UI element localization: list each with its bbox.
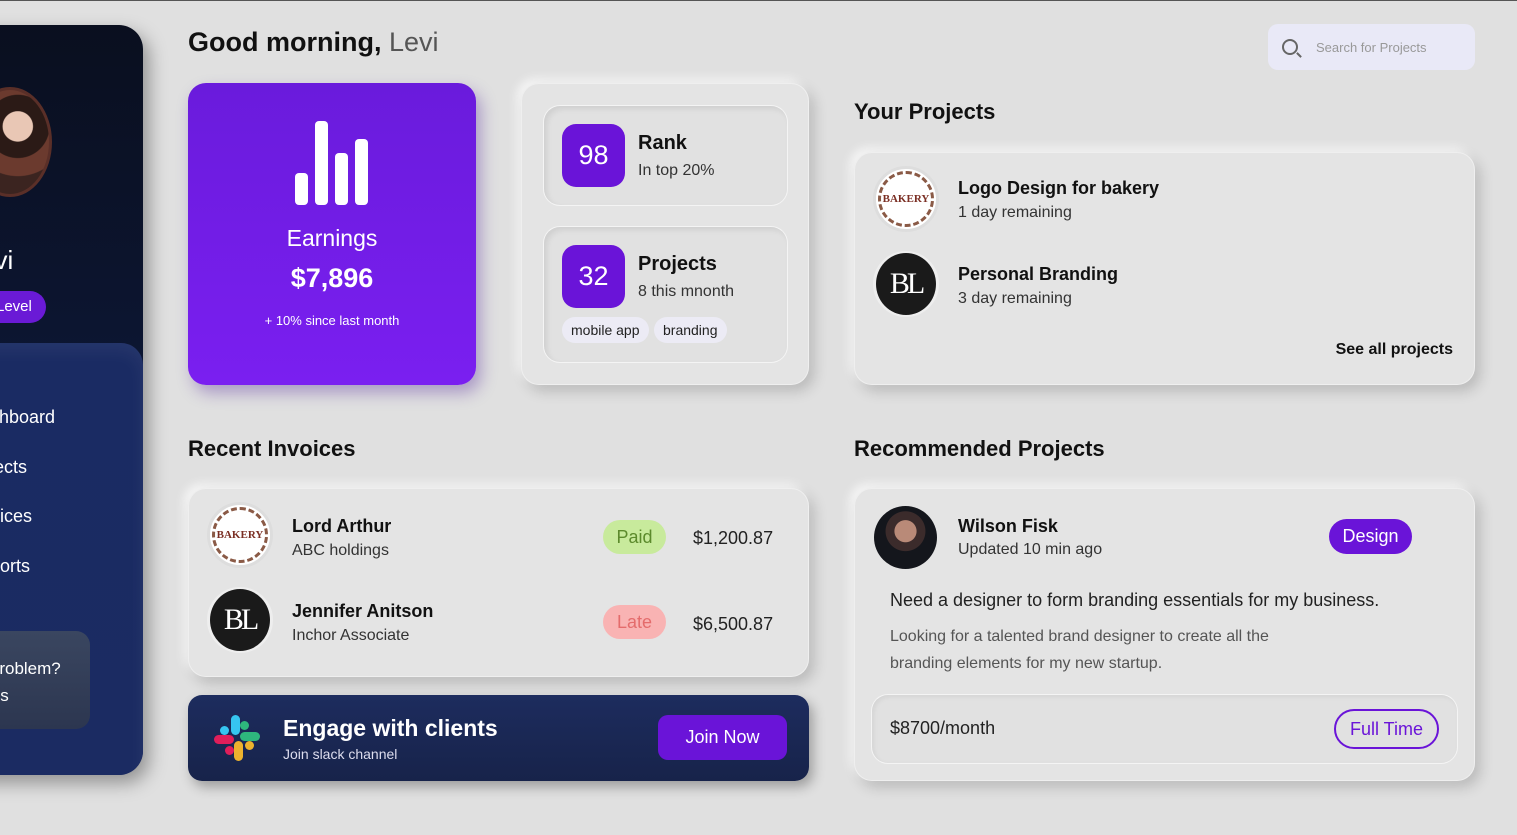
page-title: Good morning, Levi: [188, 27, 439, 58]
greeting-text: Good morning,: [188, 27, 382, 57]
project-title[interactable]: Personal Branding: [958, 264, 1118, 285]
sidebar-item-reports[interactable]: ports: [0, 556, 30, 577]
your-projects-card: BAKERY Logo Design for bakery 1 day rema…: [854, 152, 1475, 385]
earnings-label: Earnings: [286, 225, 378, 251]
recommended-card: Wilson Fisk Updated 10 min ago Design Ne…: [854, 488, 1475, 781]
your-projects-title: Your Projects: [854, 99, 996, 124]
slack-title: Engage with clients: [283, 715, 498, 741]
slack-subtitle: Join slack channel: [283, 746, 398, 762]
sidebar-user-name: evi: [0, 245, 14, 275]
project-remaining: 1 day remaining: [958, 204, 1072, 221]
recent-invoices-title: Recent Invoices: [188, 436, 356, 461]
project-remaining: 3 day remaining: [958, 290, 1072, 307]
see-all-projects-link[interactable]: See all projects: [1336, 341, 1453, 359]
earnings-card[interactable]: Earnings $7,896 + 10% since last month: [188, 83, 476, 385]
level-badge: Level: [0, 291, 46, 323]
recommended-poster-name[interactable]: Wilson Fisk: [958, 516, 1058, 537]
recommended-updated-time: Updated 10 min ago: [958, 541, 1103, 558]
invoice-amount: $6,500.87: [693, 614, 774, 634]
project-title[interactable]: Logo Design for bakery: [958, 178, 1159, 199]
bakery-logo: BAKERY: [207, 502, 273, 568]
salary-text: $8700/month: [890, 718, 996, 738]
search-input[interactable]: [1316, 39, 1466, 55]
recommended-footer: $8700/month Full Time: [872, 695, 1457, 763]
projects-stat[interactable]: 32 Projects 8 this mnonth mobile app bra…: [544, 227, 787, 362]
full-time-button[interactable]: Full Time: [1334, 709, 1439, 749]
help-line-1: Problem?: [0, 659, 61, 678]
invoice-amount: $1,200.87: [693, 528, 774, 548]
sidebar: evi Level shboard jects oices ports Prob…: [0, 25, 143, 775]
sidebar-item-dashboard[interactable]: shboard: [0, 407, 55, 428]
status-badge-paid: Paid: [603, 520, 666, 554]
tag-mobile-app[interactable]: mobile app: [562, 317, 649, 343]
earnings-change: + 10% since last month: [264, 313, 400, 328]
projects-title: Projects: [638, 253, 717, 275]
recommended-projects-title: Recommended Projects: [854, 436, 1105, 461]
search-bar[interactable]: [1268, 24, 1475, 70]
sidebar-item-invoices[interactable]: oices: [0, 506, 32, 527]
bakery-logo: BAKERY: [873, 166, 939, 232]
help-box[interactable]: Problem? Us: [0, 631, 90, 729]
invoice-company: ABC holdings: [292, 542, 389, 559]
slack-icon: [214, 715, 260, 761]
sidebar-item-projects[interactable]: jects: [0, 457, 27, 478]
tag-branding[interactable]: branding: [654, 317, 727, 343]
avatar[interactable]: [0, 87, 52, 197]
status-badge-late: Late: [603, 605, 666, 639]
category-badge[interactable]: Design: [1329, 519, 1412, 554]
recommended-headline: Need a designer to form branding essenti…: [890, 590, 1380, 610]
recommended-description: Looking for a talented brand designer to…: [890, 628, 1269, 672]
bar-chart-icon: [295, 121, 369, 205]
earnings-value: $7,896: [290, 263, 374, 293]
rank-number: 98: [562, 124, 625, 187]
invoices-card: BAKERY Lord Arthur ABC holdings Paid $1,…: [188, 488, 809, 677]
help-line-2: Us: [0, 686, 9, 705]
rank-stat[interactable]: 98 Rank In top 20%: [544, 106, 787, 205]
projects-number: 32: [562, 245, 625, 308]
rank-title: Rank: [638, 132, 687, 154]
bl-logo: BL: [207, 587, 273, 653]
avatar[interactable]: [874, 506, 937, 569]
rank-sub: In top 20%: [638, 162, 715, 179]
invoice-company: Inchor Associate: [292, 627, 410, 644]
invoice-client-name[interactable]: Jennifer Anitson: [292, 601, 433, 622]
search-icon: [1282, 39, 1298, 55]
stats-card: 98 Rank In top 20% 32 Projects 8 this mn…: [521, 83, 809, 385]
invoice-client-name[interactable]: Lord Arthur: [292, 516, 391, 537]
greeting-name: Levi: [389, 27, 439, 57]
projects-sub: 8 this mnonth: [638, 283, 735, 300]
join-now-button[interactable]: Join Now: [658, 715, 787, 760]
slack-banner: Engage with clients Join slack channel J…: [188, 695, 809, 781]
bl-logo: BL: [873, 251, 939, 317]
